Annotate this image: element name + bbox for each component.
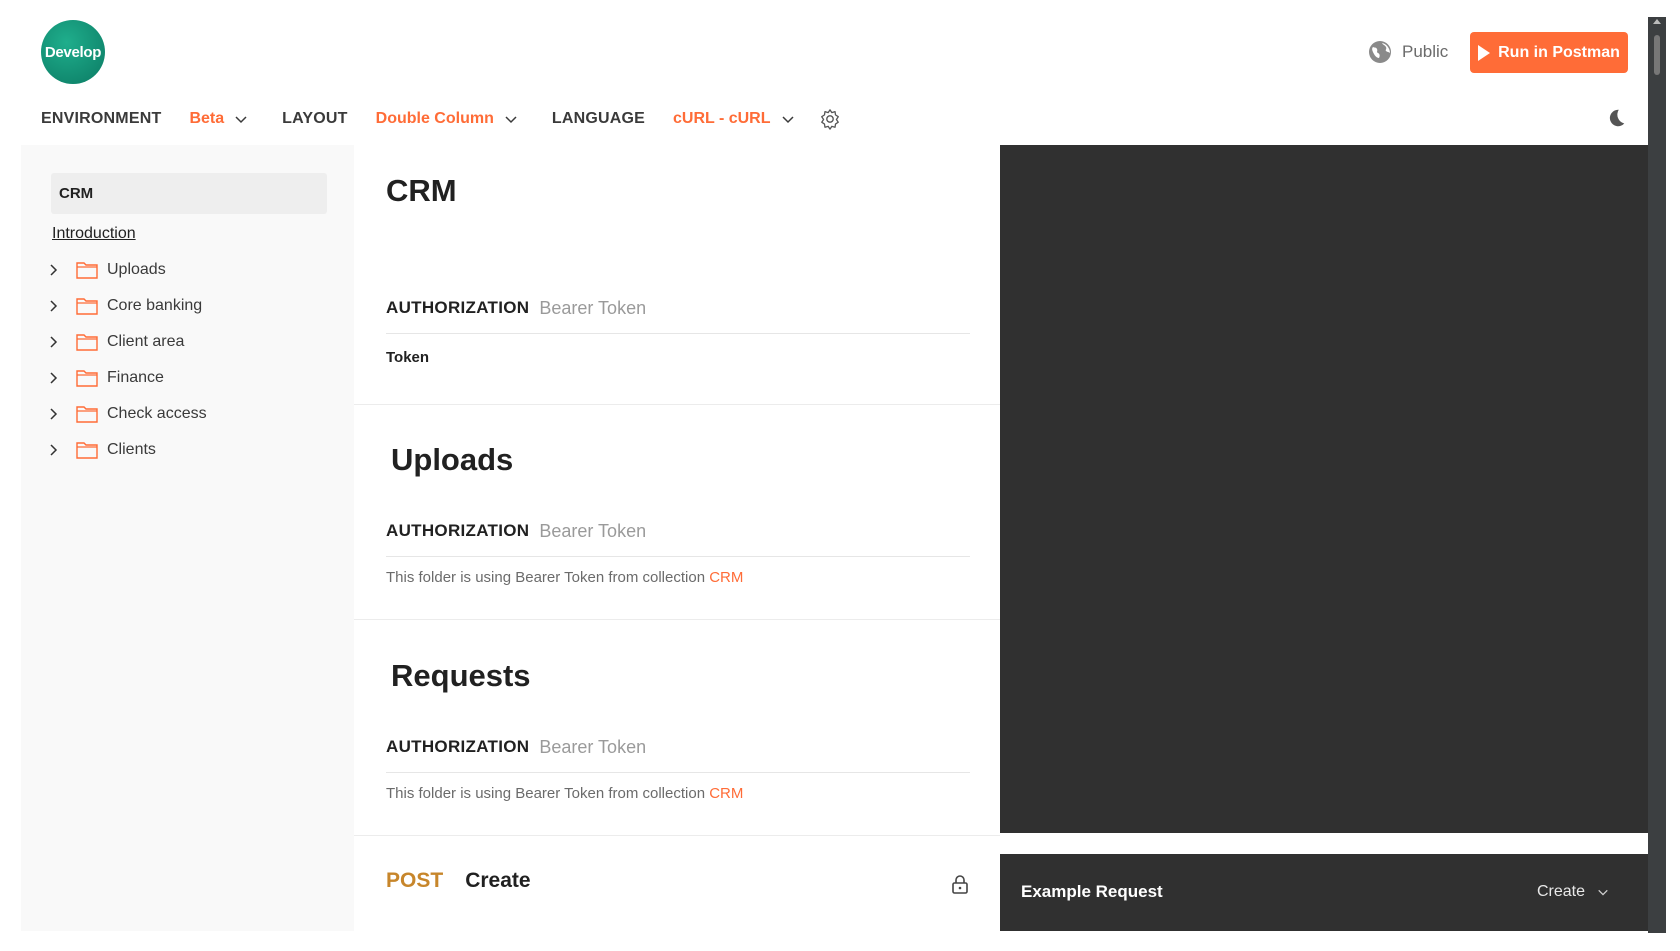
- chevron-right-icon[interactable]: [46, 263, 60, 277]
- gear-icon[interactable]: [819, 108, 841, 130]
- collection-title: CRM: [386, 173, 457, 208]
- sidebar: CRM Introduction Uploads Core banking Cl…: [21, 145, 354, 931]
- chevron-right-icon[interactable]: [46, 371, 60, 385]
- sidebar-folder-finance[interactable]: Finance: [46, 360, 207, 396]
- scrollbar-thumb[interactable]: [1654, 35, 1660, 75]
- folder-icon: [76, 334, 98, 351]
- folder-icon: [76, 298, 98, 315]
- auth-note-text: This folder is using Bearer Token from c…: [386, 785, 710, 802]
- chevron-right-icon[interactable]: [46, 407, 60, 421]
- lock-icon: [952, 875, 968, 894]
- auth-type: Bearer Token: [539, 737, 647, 757]
- section-divider: [354, 619, 1000, 620]
- sidebar-folder-label: Check access: [107, 405, 207, 422]
- sidebar-folder-label: Finance: [107, 369, 164, 386]
- sidebar-folder-label: Clients: [107, 441, 156, 458]
- requests-auth-row: AUTHORIZATION Bearer Token: [386, 737, 970, 773]
- auth-note-text: This folder is using Bearer Token from c…: [386, 569, 710, 586]
- sidebar-folder-label: Uploads: [107, 261, 166, 278]
- requests-auth-note: This folder is using Bearer Token from c…: [386, 785, 743, 802]
- sidebar-collection-crm[interactable]: CRM: [51, 173, 327, 214]
- auth-token-field-label: Token: [386, 349, 430, 366]
- develop-logo: Develop: [41, 20, 105, 84]
- dark-mode-toggle-icon[interactable]: [1605, 107, 1627, 129]
- layout-label: LAYOUT: [282, 110, 348, 127]
- run-button-label: Run in Postman: [1498, 43, 1620, 61]
- environment-value: Beta: [189, 110, 225, 127]
- chevron-down-icon: [235, 116, 247, 124]
- sidebar-folder-clients[interactable]: Clients: [46, 432, 207, 468]
- visibility-indicator: Public: [1368, 40, 1448, 64]
- environment-select[interactable]: Beta: [189, 110, 248, 128]
- chevron-down-icon: [505, 116, 517, 124]
- logo-text: Develop: [44, 43, 102, 61]
- scroll-up-arrow[interactable]: [1653, 19, 1661, 24]
- crm-collection-link[interactable]: CRM: [709, 785, 743, 802]
- run-in-postman-button[interactable]: Run in Postman: [1470, 32, 1628, 73]
- sidebar-folder-check-access[interactable]: Check access: [46, 396, 207, 432]
- sidebar-folder-client-area[interactable]: Client area: [46, 324, 207, 360]
- folder-title-uploads: Uploads: [391, 442, 514, 477]
- layout-value: Double Column: [375, 110, 494, 127]
- sidebar-folder-uploads[interactable]: Uploads: [46, 252, 207, 288]
- environment-label: ENVIRONMENT: [41, 110, 162, 127]
- example-select[interactable]: Create: [1537, 883, 1609, 901]
- chevron-right-icon[interactable]: [46, 335, 60, 349]
- section-divider: [354, 835, 1000, 836]
- crm-collection-link[interactable]: CRM: [709, 569, 743, 586]
- folder-icon: [76, 262, 98, 279]
- uploads-auth-row: AUTHORIZATION Bearer Token: [386, 521, 970, 557]
- chevron-down-icon: [1598, 889, 1608, 896]
- visibility-label: Public: [1402, 42, 1449, 61]
- chevron-right-icon[interactable]: [46, 443, 60, 457]
- language-label: LANGUAGE: [551, 110, 646, 127]
- play-icon: [1478, 44, 1491, 61]
- auth-title: AUTHORIZATION: [386, 298, 530, 317]
- folder-title-requests: Requests: [391, 658, 531, 693]
- sidebar-introduction-link[interactable]: Introduction: [52, 225, 136, 243]
- folder-icon: [76, 442, 98, 459]
- chevron-right-icon[interactable]: [46, 299, 60, 313]
- request-header: POST Create: [386, 869, 531, 893]
- doc-toolbar: ENVIRONMENT Beta LAYOUT Double Column LA…: [41, 104, 841, 134]
- collection-auth-row: AUTHORIZATION Bearer Token: [386, 298, 970, 334]
- auth-type: Bearer Token: [539, 521, 647, 541]
- request-name: Create: [465, 869, 531, 892]
- layout-select[interactable]: Double Column: [376, 110, 518, 128]
- sidebar-folder-list: Uploads Core banking Client area Finance…: [46, 252, 207, 468]
- documentation-content: CRM AUTHORIZATION Bearer Token Token Upl…: [354, 145, 1000, 931]
- language-select[interactable]: cURL - cURL: [673, 110, 795, 128]
- section-divider: [354, 404, 1000, 405]
- sidebar-folder-core-banking[interactable]: Core banking: [46, 288, 207, 324]
- example-pane-top: [1000, 145, 1648, 833]
- example-request-title: Example Request: [1021, 882, 1163, 901]
- page-scrollbar[interactable]: [1648, 17, 1666, 933]
- sidebar-folder-label: Core banking: [107, 297, 203, 314]
- folder-icon: [76, 406, 98, 423]
- example-request-panel: Example Request Create: [1000, 854, 1648, 931]
- auth-title: AUTHORIZATION: [386, 737, 530, 756]
- uploads-auth-note: This folder is using Bearer Token from c…: [386, 569, 743, 586]
- sidebar-folder-label: Client area: [107, 333, 185, 350]
- language-value: cURL - cURL: [673, 110, 771, 127]
- chevron-down-icon: [781, 116, 794, 124]
- globe-icon: [1369, 41, 1391, 63]
- auth-type: Bearer Token: [539, 298, 647, 318]
- http-method-badge: POST: [386, 869, 444, 892]
- example-select-value: Create: [1537, 883, 1586, 900]
- sidebar-collection-label: CRM: [59, 185, 94, 202]
- folder-icon: [76, 370, 98, 387]
- auth-title: AUTHORIZATION: [386, 521, 530, 540]
